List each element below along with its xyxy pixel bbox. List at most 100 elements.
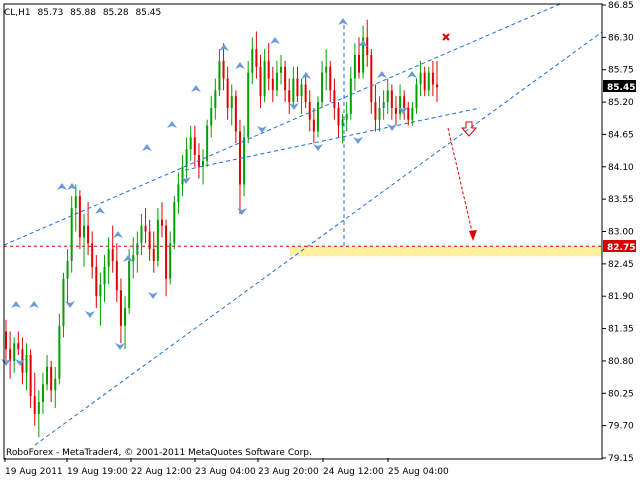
trend-lines-layer (3, 3, 603, 446)
candles-layer (5, 19, 438, 438)
fractal-up-icon (95, 207, 105, 214)
candle-body (165, 225, 168, 279)
candle-body (312, 119, 315, 132)
fractal-up-icon (142, 144, 152, 151)
fractal-down-icon (237, 208, 247, 215)
y-tick-label: 83.00 (608, 228, 634, 238)
fractal-down-icon (85, 311, 95, 318)
candle-body (103, 266, 106, 285)
y-tick-label: 79.70 (608, 422, 634, 432)
candle-body (230, 96, 233, 108)
candle-body (267, 60, 270, 79)
candle-body (193, 137, 196, 156)
candle-body (333, 90, 336, 108)
candle-body (300, 84, 303, 97)
y-tick-label: 84.65 (608, 130, 634, 140)
candle-body (152, 249, 155, 261)
target-zone-layer (4, 245, 602, 257)
candle-body (329, 66, 332, 91)
candle-body (95, 266, 98, 297)
candle-body (218, 60, 221, 91)
candle-body (304, 84, 307, 103)
candle-body (411, 107, 414, 120)
fractal-down-icon (257, 126, 267, 133)
candle-body (316, 102, 319, 132)
candle-body (136, 243, 139, 256)
y-tick-label: 79.15 (608, 454, 634, 464)
candle-body (292, 78, 295, 103)
fractal-down-icon (289, 103, 299, 110)
candle-body (349, 78, 352, 114)
candle-body (284, 66, 287, 91)
candle-body (370, 55, 373, 103)
fractal-up-icon (338, 18, 348, 25)
candle-body (5, 331, 7, 350)
candle-body (111, 249, 114, 261)
candle-body (222, 60, 225, 79)
candle-body (91, 243, 94, 267)
candle-body (210, 107, 213, 126)
candle-body (50, 366, 53, 391)
candle-body (87, 225, 90, 244)
candle-body (17, 343, 20, 350)
target-zone (290, 246, 602, 257)
candle-body (37, 402, 40, 414)
fractal-up-icon (123, 255, 133, 262)
fractal-down-icon (387, 124, 397, 131)
candle-body (140, 225, 143, 244)
candle-body (394, 107, 397, 114)
candle-body (226, 78, 229, 108)
y-tick-label: 86.85 (608, 1, 634, 11)
candle-body (374, 102, 377, 120)
chart-header: CL,H1 85.73 85.88 85.28 85.45 (4, 8, 161, 18)
forecast-arrow-head (469, 230, 477, 241)
fractal-down-icon (148, 292, 158, 299)
candle-body (74, 196, 77, 208)
candle-body (169, 243, 172, 279)
copyright-text: RoboForex - MetaTrader4, © 2001-2011 Met… (6, 448, 312, 458)
candle-body (115, 260, 118, 291)
stop-marker-icon (442, 33, 450, 41)
price-chart[interactable]: CL,H1 85.73 85.88 85.28 85.45 86.85 86.30… (0, 0, 640, 480)
low-value: 85.28 (103, 8, 129, 18)
candle-body (234, 96, 237, 132)
candle-body (321, 72, 324, 103)
target-price-label: 82.75 (607, 243, 635, 253)
candle-body (62, 278, 65, 326)
candle-body (33, 396, 36, 414)
candle-body (181, 166, 184, 185)
candle-body (358, 55, 361, 73)
fractal-up-icon (11, 301, 21, 308)
candle-body (54, 378, 57, 391)
candle-body (206, 125, 209, 161)
candle-body (263, 60, 266, 97)
candle-body (382, 102, 385, 108)
fractal-down-icon (15, 359, 25, 366)
fractal-down-icon (115, 343, 125, 350)
candle-body (280, 66, 283, 73)
candle-body (144, 225, 147, 232)
candle-body (243, 137, 246, 185)
candle-body (325, 66, 328, 73)
forecast-arrow-line (447, 127, 474, 237)
symbol-label: CL,H1 (4, 8, 31, 18)
candle-body (341, 119, 344, 126)
candle-body (337, 107, 340, 126)
y-tick-label: 81.35 (608, 325, 634, 335)
x-tick-label: 25 Aug 04:00 (388, 467, 449, 477)
candle-body (407, 107, 410, 120)
candle-body (399, 96, 402, 114)
x-tick-label: 19 Aug 19:00 (67, 467, 128, 477)
candle-body (148, 231, 151, 250)
candle-body (160, 219, 163, 226)
candle-body (107, 249, 110, 267)
x-tick-label: 19 Aug 2011 (5, 467, 63, 477)
fractal-up-icon (377, 71, 387, 78)
candle-body (431, 72, 434, 85)
candle-body (78, 196, 81, 238)
channel-upper-line (3, 3, 561, 246)
candle-body (41, 384, 44, 403)
candle-body (66, 260, 69, 279)
y-tick-label: 86.30 (608, 33, 634, 43)
candle-body (132, 255, 135, 261)
